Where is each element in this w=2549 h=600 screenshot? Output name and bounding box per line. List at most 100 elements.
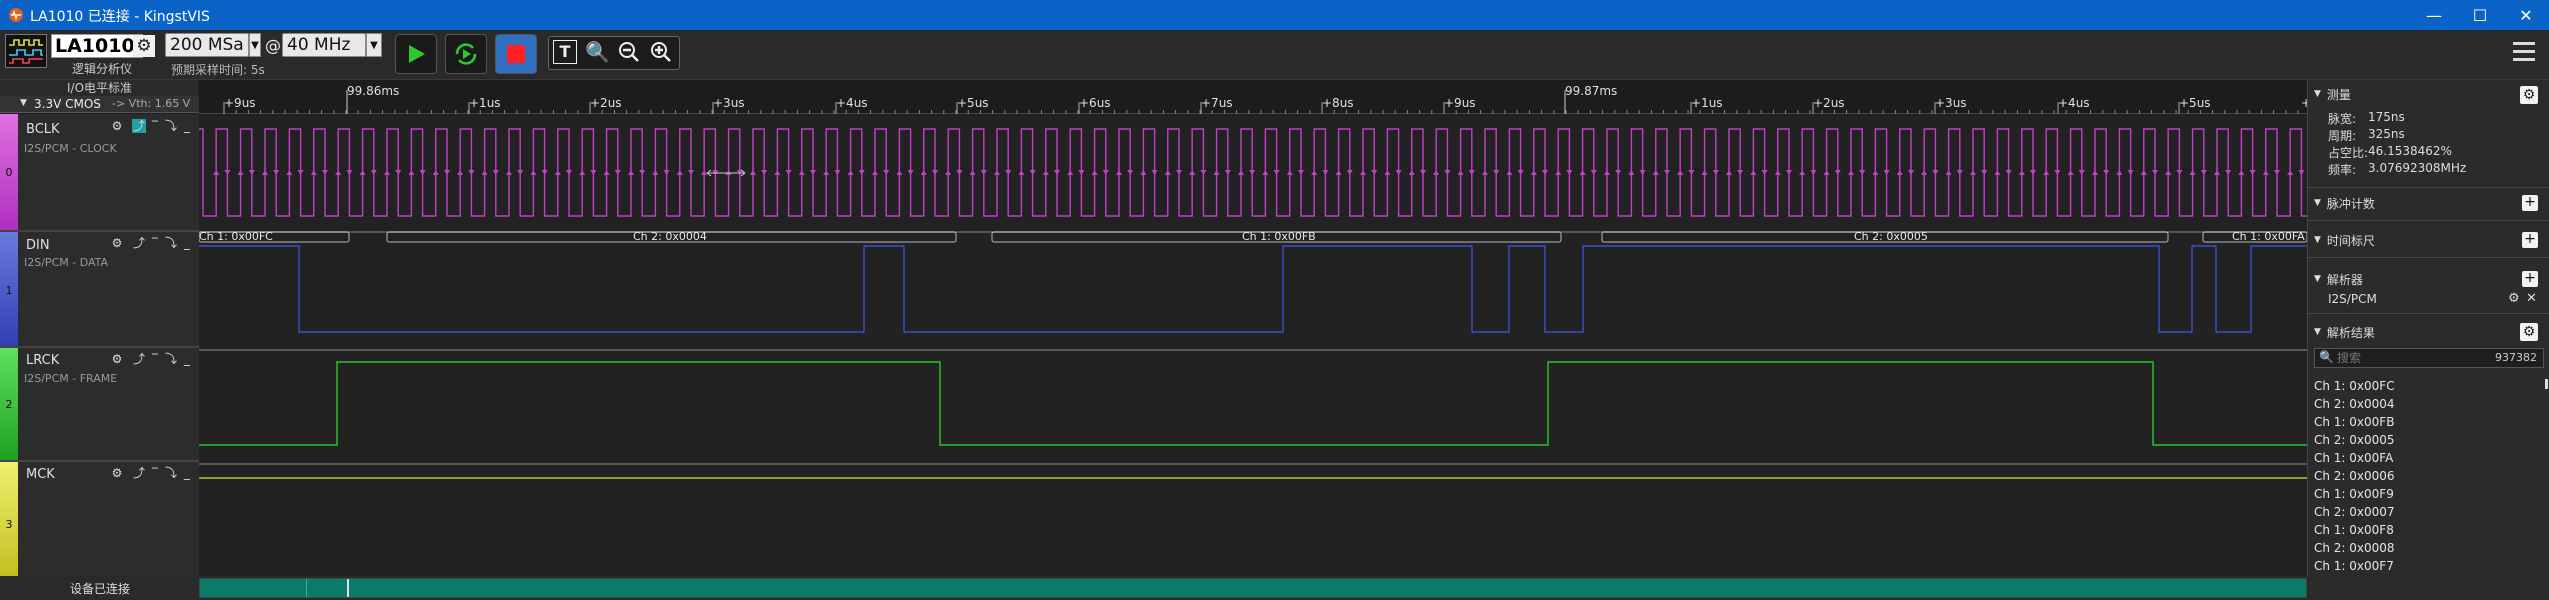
stop-button[interactable] [495,34,537,74]
decoder-item-name[interactable]: I2S/PCM [2328,292,2377,306]
device-settings-gear-icon[interactable]: ⚙ [133,35,155,57]
annotation-label[interactable]: Ch 1: 0x00FA [2232,230,2305,243]
loop-start-button[interactable] [445,34,487,74]
decoder-section-header[interactable]: ▼ 解析器 [2308,268,2549,290]
decoder-settings-gear-icon[interactable]: ⚙ [2508,291,2520,306]
add-decoder-button[interactable]: + [2522,271,2538,287]
result-item[interactable]: Ch 2: 0x0007 [2314,505,2395,519]
add-time-marker-button[interactable]: + [2522,232,2538,248]
decoder-title: 解析器 [2326,272,2363,287]
result-item[interactable]: Ch 2: 0x0004 [2314,397,2395,411]
channel-1-high-level-trigger-icon[interactable]: ‾ [148,236,162,250]
channel-2-rising-edge-trigger-icon[interactable]: ⤴ [132,352,146,366]
zoom-in-icon[interactable] [649,40,673,64]
falling-edge-marker [834,170,841,175]
text-tool-icon[interactable]: T [553,40,577,64]
channel-0-settings-gear-icon[interactable]: ⚙ [110,119,124,133]
pulse-count-section-header[interactable]: ▼ 脉冲计数 [2308,192,2549,214]
measure-settings-gear-icon[interactable]: ⚙ [2520,86,2538,104]
channel-3-settings-gear-icon[interactable]: ⚙ [110,466,124,480]
rising-edge-marker [1067,170,1074,175]
result-item[interactable]: Ch 2: 0x0008 [2314,541,2395,555]
waveform-area[interactable]: 99.86ms 99.87ms +9us +1us +2us +3us +4us +5us… [199,80,2333,576]
rising-edge-marker [579,170,586,175]
rising-edge-marker [1579,170,1586,175]
channel-0-falling-edge-trigger-icon[interactable]: ⤵ [164,119,178,133]
rising-edge-marker [554,170,561,175]
sample-rate-dropdown-icon[interactable]: ▼ [249,33,261,57]
remove-decoder-icon[interactable]: ✕ [2526,291,2537,306]
start-button[interactable] [395,34,437,74]
overview-bar[interactable] [199,578,2307,598]
channel-2-settings-gear-icon[interactable]: ⚙ [110,352,124,366]
falling-edge-marker [1493,170,1500,175]
io-standard-value: 3.3V CMOS [34,97,101,111]
add-pulse-count-button[interactable]: + [2522,195,2538,211]
window-title: LA1010 已连接 - KingstVIS [30,9,210,25]
measure-label-0: 脉宽: [2328,112,2357,126]
results-search-input[interactable] [2337,350,2457,366]
channel-2-low-level-trigger-icon[interactable]: _ [180,352,194,366]
channel-1-falling-edge-trigger-icon[interactable]: ⤵ [164,236,178,250]
result-item[interactable]: Ch 1: 0x00FC [2314,379,2395,393]
results-settings-gear-icon[interactable]: ⚙ [2520,323,2538,341]
channel-1-header[interactable]: 1 DIN I2S/PCM - DATA ⚙ ⤴ ‾ ⤵ _ [0,232,199,348]
main-menu-icon[interactable] [2513,42,2535,62]
results-scrollbar[interactable] [2545,379,2548,389]
channel-3-rising-edge-trigger-icon[interactable]: ⤴ [132,466,146,480]
falling-edge-marker [785,170,792,175]
zoom-out-icon[interactable] [617,40,641,64]
channel-0-name[interactable]: BCLK [26,122,60,137]
channel-1-rising-edge-trigger-icon[interactable]: ⤴ [132,236,146,250]
result-item[interactable]: Ch 1: 0x00F8 [2314,523,2394,537]
close-window-button[interactable]: ✕ [2503,0,2549,30]
channel-1-settings-gear-icon[interactable]: ⚙ [110,236,124,250]
result-item[interactable]: Ch 1: 0x00FB [2314,415,2394,429]
result-item[interactable]: Ch 2: 0x0006 [2314,469,2395,483]
time-marker-section-header[interactable]: ▼ 时间标尺 [2308,229,2549,251]
maximize-button[interactable]: ☐ [2457,0,2503,30]
channel-0-rising-edge-trigger-icon[interactable]: ⤴ [132,119,146,133]
overview-view-position[interactable] [347,579,349,597]
channel-1-name[interactable]: DIN [26,238,50,253]
annotation-label[interactable]: Ch 2: 0x0005 [1854,230,1928,243]
channel-0-high-level-trigger-icon[interactable]: ‾ [148,119,162,133]
channel-0-low-level-trigger-icon[interactable]: _ [180,119,194,133]
zoom-fit-icon[interactable]: 🔍 [585,40,610,64]
io-standard-select[interactable]: ▼ 3.3V CMOS -> Vth: 1.65 V [0,96,199,113]
result-item[interactable]: Ch 1: 0x00F7 [2314,559,2394,573]
falling-edge-marker [1932,170,1939,175]
rising-edge-marker [1506,170,1513,175]
channel-1-low-level-trigger-icon[interactable]: _ [180,236,194,250]
result-item[interactable]: Ch 1: 0x00FA [2314,451,2393,465]
results-section-header[interactable]: ▼ 解析结果 [2308,321,2549,343]
device-logo-icon[interactable] [5,34,47,68]
annotation-label[interactable]: Ch 2: 0x0004 [633,230,707,243]
channel-3-low-level-trigger-icon[interactable]: _ [180,466,194,480]
minimize-button[interactable]: — [2411,0,2457,30]
channel-2-name[interactable]: LRCK [26,353,59,368]
rising-edge-marker [505,170,512,175]
channel-3-falling-edge-trigger-icon[interactable]: ⤵ [164,466,178,480]
frequency-select[interactable]: 40 MHz [282,33,366,57]
channel-3-name[interactable]: MCK [26,467,55,482]
measure-section-header[interactable]: ▼ 测量 [2308,83,2549,105]
rising-edge-marker [310,170,317,175]
frequency-dropdown-icon[interactable]: ▼ [366,33,382,57]
device-name[interactable]: LA1010 [51,34,143,58]
sample-rate-select[interactable]: 200 MSa [165,33,249,57]
channel-2-high-level-trigger-icon[interactable]: ‾ [148,352,162,366]
measure-value-3: 3.07692308MHz [2368,161,2467,175]
annotation-label[interactable]: Ch 1: 0x00FC [199,230,273,243]
result-item[interactable]: Ch 2: 0x0005 [2314,433,2395,447]
channel-2-falling-edge-trigger-icon[interactable]: ⤵ [164,352,178,366]
channel-2-header[interactable]: 2 LRCK I2S/PCM - FRAME ⚙ ⤴ ‾ ⤵ _ [0,348,199,462]
channel-0-header[interactable]: 0 BCLK I2S/PCM - CLOCK ⚙ ⤴ ‾ ⤵ _ [0,114,199,232]
rising-edge-marker [798,170,805,175]
channel-3-high-level-trigger-icon[interactable]: ‾ [148,466,162,480]
result-item[interactable]: Ch 1: 0x00F9 [2314,487,2394,501]
annotation-label[interactable]: Ch 1: 0x00FB [1242,230,1316,243]
measure-value-2: 46.1538462% [2368,144,2452,158]
falling-edge-marker [1102,170,1109,175]
channel-3-header[interactable]: 3 MCK ⚙ ⤴ ‾ ⤵ _ [0,462,199,576]
